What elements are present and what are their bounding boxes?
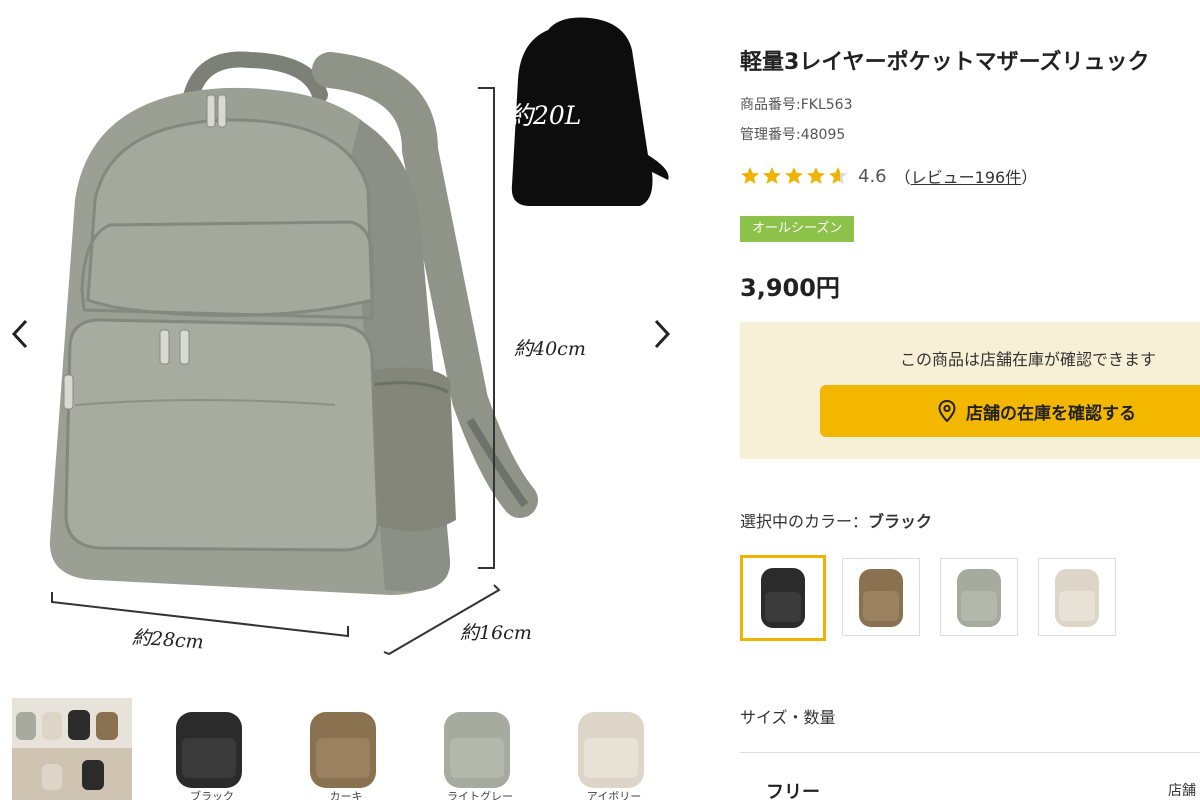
product-title: 軽量3レイヤーポケットマザーズリュック [740,50,1150,75]
price: 3,900円 [740,274,840,302]
check-store-stock-button[interactable]: 店舗の在庫を確認する [820,385,1200,437]
ivory-backpack-icon [1055,569,1099,627]
item-number: 商品番号:FKL563 [740,97,853,113]
product-gallery: 約20L 約40cm 約28cm 約16cm ブラック カーキ ライトグレー ア… [0,0,700,800]
khaki-backpack-icon [859,569,903,627]
chevron-right-icon [654,319,671,349]
thumbnail-khaki[interactable]: カーキ [296,698,396,800]
next-image-button[interactable] [652,318,688,358]
star-icon [807,167,825,184]
light-gray-backpack-icon [957,569,1001,627]
main-product-image: 約20L 約40cm 約28cm 約16cm [0,0,700,680]
divider [740,752,1200,753]
season-badge: オールシーズン [740,216,855,242]
color-swatch-black[interactable] [740,555,826,641]
color-swatch-light-gray[interactable] [940,558,1018,636]
depth-label: 約16cm [460,622,532,644]
previous-image-button[interactable] [10,318,46,358]
product-details: 軽量3レイヤーポケットマザーズリュック 商品番号:FKL563 管理番号:480… [740,0,1200,803]
star-icon [741,167,759,184]
size-quantity-heading: サイズ・数量 [740,708,836,727]
store-stock-panel: この商品は店舗在庫が確認できます 店舗の在庫を確認する [740,322,1200,459]
size-option[interactable]: フリー [766,778,820,804]
control-number: 管理番号:48095 [740,127,846,143]
black-backpack-icon [176,712,242,788]
thumbnail-collage[interactable] [12,698,132,800]
star-icon [763,167,781,184]
height-label: 約40cm [514,338,586,360]
half-star-icon [829,167,847,184]
width-label: 約28cm [131,626,205,654]
volume-label: 約20L [508,101,582,130]
light-gray-backpack-icon [444,712,510,788]
ivory-backpack-icon [578,712,644,788]
thumbnail-caption: アイボリー [586,790,642,800]
khaki-backpack-icon [310,712,376,788]
stock-note: この商品は店舗在庫が確認できます [900,350,1157,369]
thumbnail-caption: カーキ [329,790,363,800]
review-link[interactable]: レビュー196件 [911,168,1022,187]
rating-stars [740,166,848,186]
thumbnail-light-gray[interactable]: ライトグレー [430,698,530,800]
black-backpack-icon [761,568,805,628]
thumbnail-ivory[interactable]: アイボリー [564,698,664,800]
color-swatch-ivory[interactable] [1038,558,1116,636]
collage-thumbnail-icon [12,710,132,800]
map-pin-icon [938,400,956,422]
check-store-stock-label: 店舗の在庫を確認する [966,403,1136,424]
chevron-left-icon [11,319,28,349]
review-count: （レビュー196件） [894,168,1038,187]
rating-value: 4.6 [858,165,887,187]
thumbnail-black[interactable]: ブラック [162,698,262,800]
selected-color-name: ブラック [868,512,933,531]
color-swatch-khaki[interactable] [842,558,920,636]
rating: 4.6 （レビュー196件） [740,164,1037,188]
thumbnail-strip: ブラック カーキ ライトグレー アイボリー [0,690,700,800]
thumbnail-caption: ライトグレー [447,790,513,800]
star-icon [785,167,803,184]
selected-color-heading: 選択中のカラー：ブラック [740,512,933,531]
thumbnail-caption: ブラック [190,790,234,800]
store-stock-text: 店舗 [1168,783,1196,799]
